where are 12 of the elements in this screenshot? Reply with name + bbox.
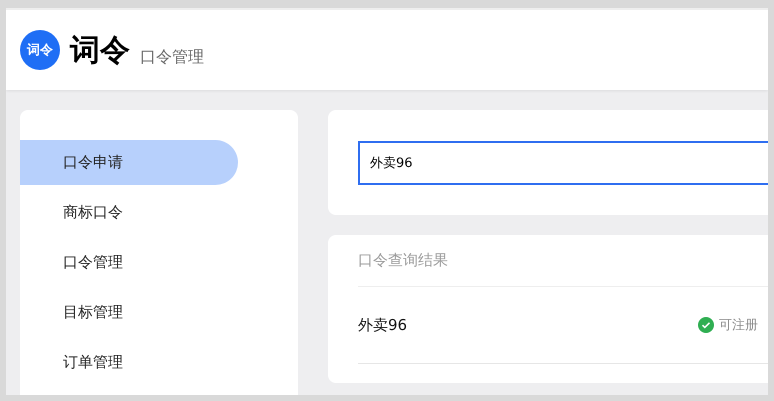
sidebar-item[interactable]: 口令申请 — [20, 140, 238, 185]
page-subtitle: 口令管理 — [140, 46, 204, 68]
logo: 词令 — [20, 30, 60, 70]
results-title: 口令查询结果 — [358, 251, 448, 270]
sidebar-item[interactable]: 订单管理 — [20, 340, 238, 385]
search-field[interactable]: 外卖96 — [358, 140, 768, 184]
status-text: 可注册 — [719, 317, 758, 334]
sidebar-item[interactable]: 目标管理 — [20, 290, 238, 335]
app-title: 词令 — [70, 32, 130, 70]
result-name: 外卖96 — [358, 316, 408, 334]
sidebar-item[interactable]: 口令管理 — [20, 240, 238, 285]
sidebar-item[interactable]: 商标口令 — [20, 190, 238, 235]
